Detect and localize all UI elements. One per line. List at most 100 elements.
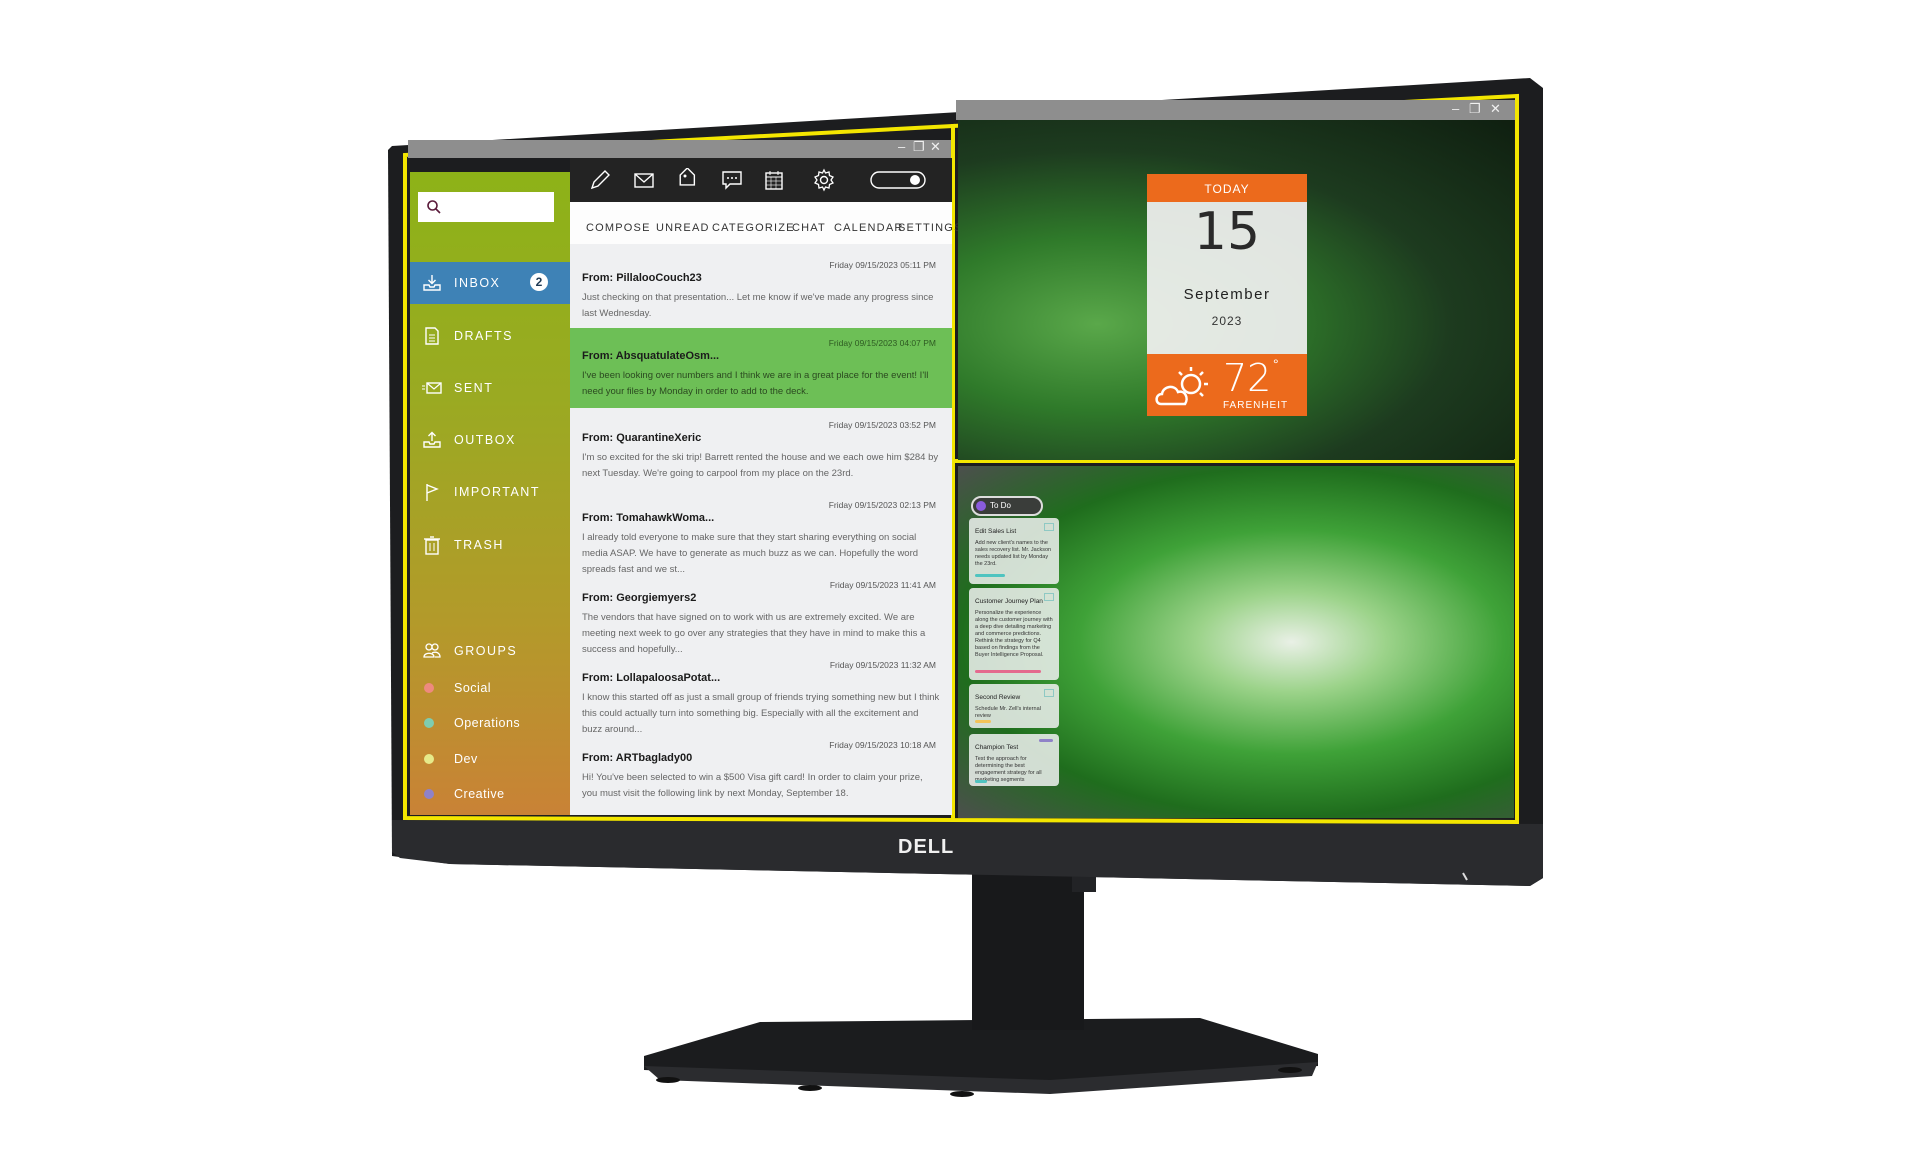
date-year: 2023 [1211, 314, 1243, 328]
sent-envelope-icon [422, 382, 442, 394]
date-month: September [1183, 286, 1271, 303]
message-sender: From: Georgiemyers2 [582, 592, 697, 604]
toggle-switch-icon[interactable] [870, 170, 926, 190]
group-color-dot [424, 754, 434, 764]
todo-color-dot [976, 501, 986, 511]
outbox-upload-icon [423, 431, 441, 448]
todo-card-item: Add new client's names to the sales reco… [975, 540, 1052, 567]
todo-card-title: Second Review [975, 694, 1021, 701]
pencil-icon[interactable] [588, 168, 612, 192]
close-icon[interactable]: ✕ [930, 140, 941, 154]
document-icon [425, 327, 439, 345]
restore-icon[interactable]: ❐ [913, 140, 925, 154]
message-list: From: PillalooCouch23 Friday 09/15/2023 … [570, 244, 952, 815]
menu-settings[interactable]: SETTINGS [898, 222, 963, 234]
sidebar-item-label: TRASH [454, 538, 504, 552]
message-item[interactable]: From: Georgiemyers2 Friday 09/15/2023 11… [570, 570, 952, 655]
message-date: Friday 09/15/2023 04:07 PM [828, 338, 936, 348]
todo-title: To Do [990, 501, 1011, 510]
group-label: Creative [454, 787, 505, 801]
people-group-icon [423, 643, 441, 658]
mail-window-titlebar [408, 140, 951, 158]
minimize-icon[interactable]: – [898, 140, 905, 154]
todo-card-item: Rethink the strategy for Q4 based on fin… [975, 638, 1044, 658]
message-item[interactable]: From: QuarantineXeric Friday 09/15/2023 … [570, 410, 952, 490]
date-weather-widget: TODAY 15 September 2023 72 ° FARENHEIT [1147, 174, 1307, 416]
message-sender: From: LollapaloosaPotat... [582, 672, 721, 684]
sidebar-item-important[interactable]: IMPORTANT [410, 471, 570, 513]
menu-categorize[interactable]: CATEGORIZE [712, 222, 795, 234]
mail-icon [1044, 593, 1054, 601]
close-icon[interactable]: ✕ [1490, 102, 1501, 116]
minimize-icon[interactable]: – [1452, 102, 1459, 116]
calendar-icon[interactable] [762, 168, 786, 192]
message-preview: Hi! You've been selected to win a $500 V… [582, 772, 923, 799]
todo-progress-bar [975, 574, 1005, 577]
sidebar-item-inbox[interactable]: INBOX 2 [410, 262, 570, 304]
group-label: Operations [454, 716, 521, 730]
message-sender: From: TomahawkWoma... [582, 512, 715, 524]
gear-icon[interactable] [812, 168, 836, 192]
message-item[interactable]: From: TomahawkWoma... Friday 09/15/2023 … [570, 490, 952, 575]
menu-compose[interactable]: COMPOSE [586, 222, 651, 234]
today-header: TODAY [1147, 174, 1307, 202]
message-item[interactable]: From: LollapaloosaPotat... Friday 09/15/… [570, 650, 952, 735]
group-label: Social [454, 681, 492, 695]
tag-icon[interactable] [676, 168, 700, 192]
screen: – ❐ ✕ INBOX 2 DRAFTS SENT OUTBOX IMPORTA… [0, 0, 1920, 1152]
todo-header[interactable]: To Do [971, 496, 1043, 516]
todo-card[interactable]: Edit Sales List Add new client's names t… [969, 518, 1059, 584]
chat-bubble-icon[interactable] [720, 168, 744, 192]
sidebar-item-trash[interactable]: TRASH [410, 524, 570, 566]
trash-icon [424, 536, 440, 555]
group-item-operations[interactable]: Operations [410, 709, 570, 739]
message-item[interactable]: From: PillalooCouch23 Friday 09/15/2023 … [570, 250, 952, 330]
menu-calendar[interactable]: CALENDAR [834, 222, 904, 234]
group-item-creative[interactable]: Creative [410, 780, 570, 810]
sidebar-item-label: OUTBOX [454, 433, 516, 447]
menu-unread[interactable]: UNREAD [656, 222, 710, 234]
todo-progress-bar [975, 780, 987, 783]
group-color-dot [424, 789, 434, 799]
todo-card-title: Customer Journey Plan [975, 598, 1043, 605]
search-input[interactable] [418, 192, 554, 222]
sidebar-item-sent[interactable]: SENT [410, 367, 570, 409]
todo-card[interactable]: Second Review Schedule Mr. Zell's intern… [969, 684, 1059, 728]
calendar-icon [1044, 689, 1054, 697]
group-item-social[interactable]: Social [410, 674, 570, 704]
envelope-icon[interactable] [632, 168, 656, 192]
sidebar-item-drafts[interactable]: DRAFTS [410, 315, 570, 357]
message-preview: I'm so excited for the ski trip! Barrett… [582, 452, 939, 479]
todo-card[interactable]: Champion Test Test the approach for dete… [969, 734, 1059, 786]
todo-progress-bar [975, 670, 1041, 673]
mail-menu-bar: COMPOSE UNREAD CATEGORIZE CHAT CALENDAR … [570, 202, 961, 244]
message-date: Friday 09/15/2023 11:41 AM [829, 580, 936, 590]
group-color-dot [424, 718, 434, 728]
todo-card-title: Champion Test [975, 744, 1019, 751]
message-date: Friday 09/15/2023 11:32 AM [829, 660, 936, 670]
group-color-dot [424, 683, 434, 693]
message-preview: Just checking on that presentation... Le… [582, 292, 934, 319]
sidebar-item-label: INBOX [454, 276, 501, 290]
group-item-dev[interactable]: Dev [410, 745, 570, 775]
todo-card-item: Personalize the experience along the cus… [975, 610, 1053, 637]
menu-chat[interactable]: CHAT [792, 222, 826, 234]
unread-count-badge: 2 [530, 273, 548, 291]
message-preview: I've been looking over numbers and I thi… [582, 370, 929, 397]
search-icon [427, 200, 441, 214]
degree-symbol: ° [1273, 356, 1279, 372]
message-item[interactable]: From: ARTbaglady00 Friday 09/15/2023 10:… [570, 730, 952, 810]
groups-label: GROUPS [454, 644, 518, 658]
message-date: Friday 09/15/2023 10:18 AM [829, 740, 936, 750]
sidebar-item-label: IMPORTANT [454, 485, 540, 499]
sidebar-item-outbox[interactable]: OUTBOX [410, 419, 570, 461]
restore-icon[interactable]: ❐ [1469, 102, 1481, 116]
partly-cloudy-icon [1155, 367, 1208, 406]
message-sender: From: ARTbaglady00 [582, 752, 693, 764]
message-sender: From: QuarantineXeric [582, 432, 702, 444]
message-item-selected[interactable]: From: AbsquatulateOsm... Friday 09/15/20… [570, 328, 952, 408]
right-window-titlebar [956, 100, 1515, 120]
todo-card[interactable]: Customer Journey Plan Personalize the ex… [969, 588, 1059, 680]
weather-panel: 72 ° FARENHEIT [1147, 354, 1307, 416]
flag-icon [426, 484, 439, 501]
